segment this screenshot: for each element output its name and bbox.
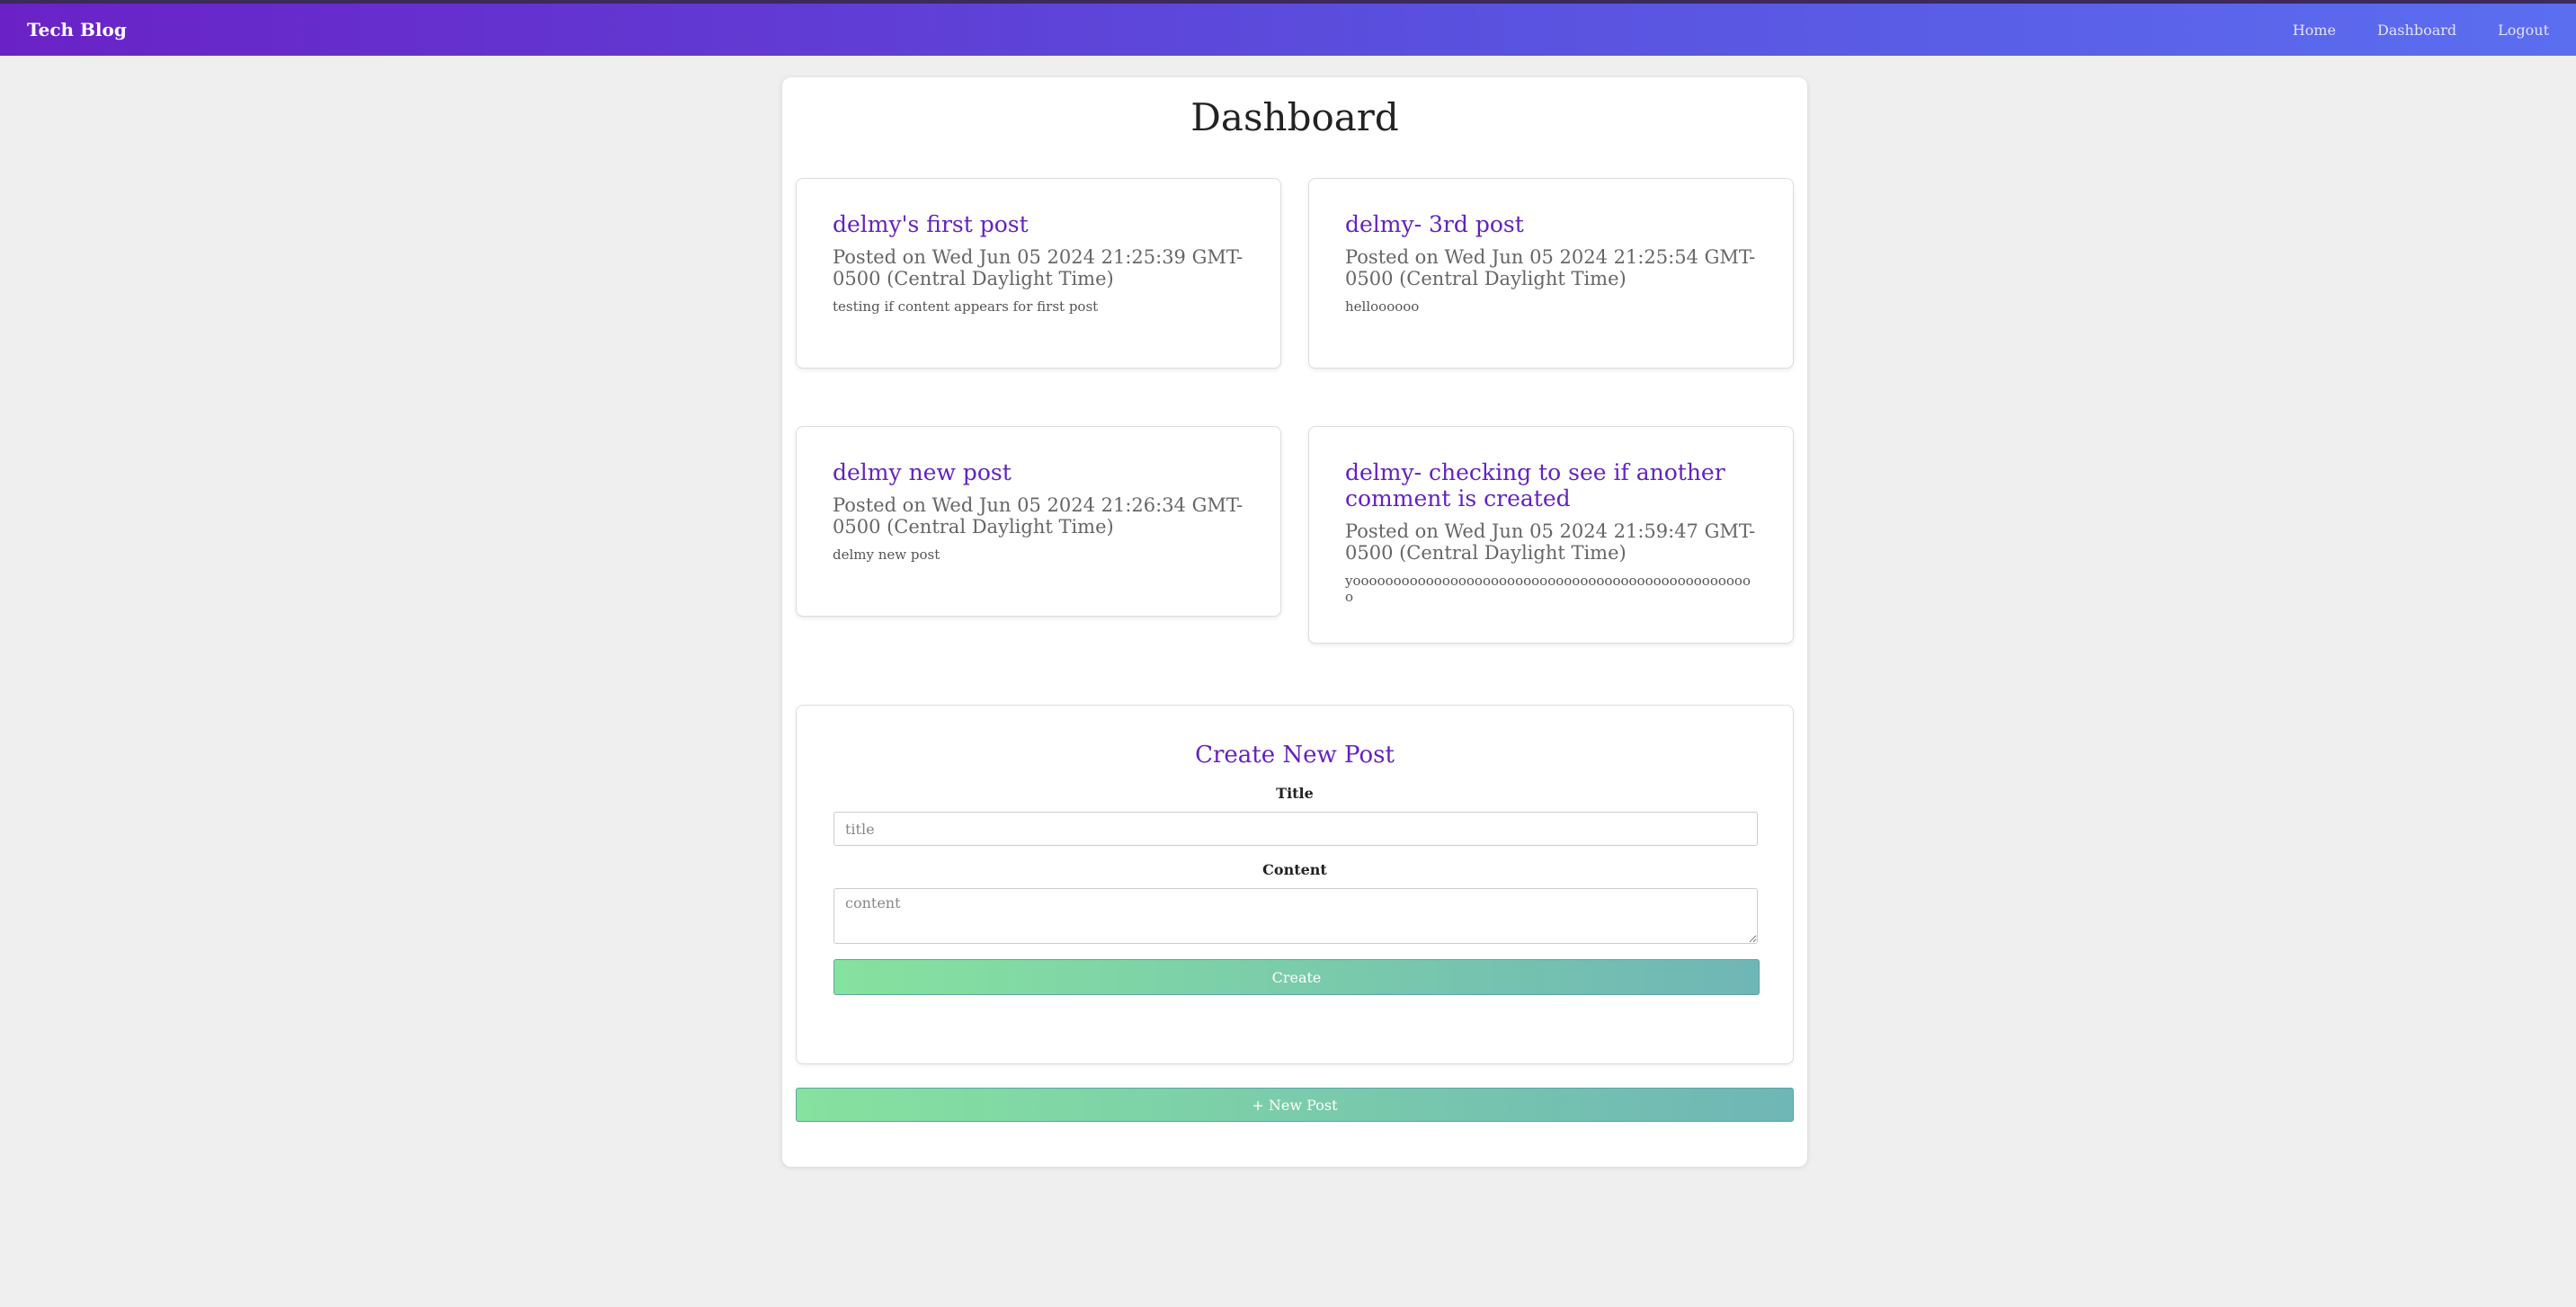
post-content: testing if content appears for first pos… [833, 298, 1099, 315]
post-content: yooooooooooooooooooooooooooooooooooooooo… [1345, 573, 1751, 605]
create-post-form: Create New Post Title Content Create [796, 705, 1794, 1064]
new-post-button[interactable]: + New Post [796, 1088, 1794, 1122]
post-date: Posted on Wed Jun 05 2024 21:25:54 GMT-0… [1345, 246, 1756, 289]
content-label: Content [1262, 861, 1327, 878]
post-date: Posted on Wed Jun 05 2024 21:26:34 GMT-0… [833, 494, 1243, 538]
nav-links: Home Dashboard Logout [2293, 22, 2549, 39]
post-content: helloooooo [1345, 298, 1420, 315]
navbar: Tech Blog Home Dashboard Logout [0, 4, 2576, 56]
post-date: Posted on Wed Jun 05 2024 21:59:47 GMT-0… [1345, 520, 1756, 564]
brand-logo[interactable]: Tech Blog [27, 19, 127, 40]
post-card[interactable]: delmy- checking to see if another commen… [1308, 426, 1794, 644]
title-input[interactable] [833, 812, 1758, 846]
page-title: Dashboard [1190, 95, 1399, 139]
post-title[interactable]: delmy- checking to see if another commen… [1345, 459, 1757, 511]
content-textarea[interactable] [833, 888, 1758, 944]
post-card[interactable]: delmy's first post Posted on Wed Jun 05 … [796, 178, 1281, 369]
post-title[interactable]: delmy's first post [833, 211, 1244, 237]
create-post-heading: Create New Post [1195, 742, 1395, 769]
title-label: Title [1276, 785, 1314, 802]
post-content: delmy new post [833, 547, 940, 563]
post-date: Posted on Wed Jun 05 2024 21:25:39 GMT-0… [833, 246, 1243, 289]
post-card[interactable]: delmy new post Posted on Wed Jun 05 2024… [796, 426, 1281, 617]
create-button[interactable]: Create [833, 959, 1760, 995]
post-title[interactable]: delmy new post [833, 459, 1244, 485]
dashboard-container: Dashboard delmy's first post Posted on W… [782, 77, 1807, 1167]
post-title[interactable]: delmy- 3rd post [1345, 211, 1757, 237]
nav-home-link[interactable]: Home [2293, 22, 2336, 39]
nav-dashboard-link[interactable]: Dashboard [2377, 22, 2456, 39]
post-card[interactable]: delmy- 3rd post Posted on Wed Jun 05 202… [1308, 178, 1794, 369]
nav-logout-link[interactable]: Logout [2498, 22, 2549, 39]
